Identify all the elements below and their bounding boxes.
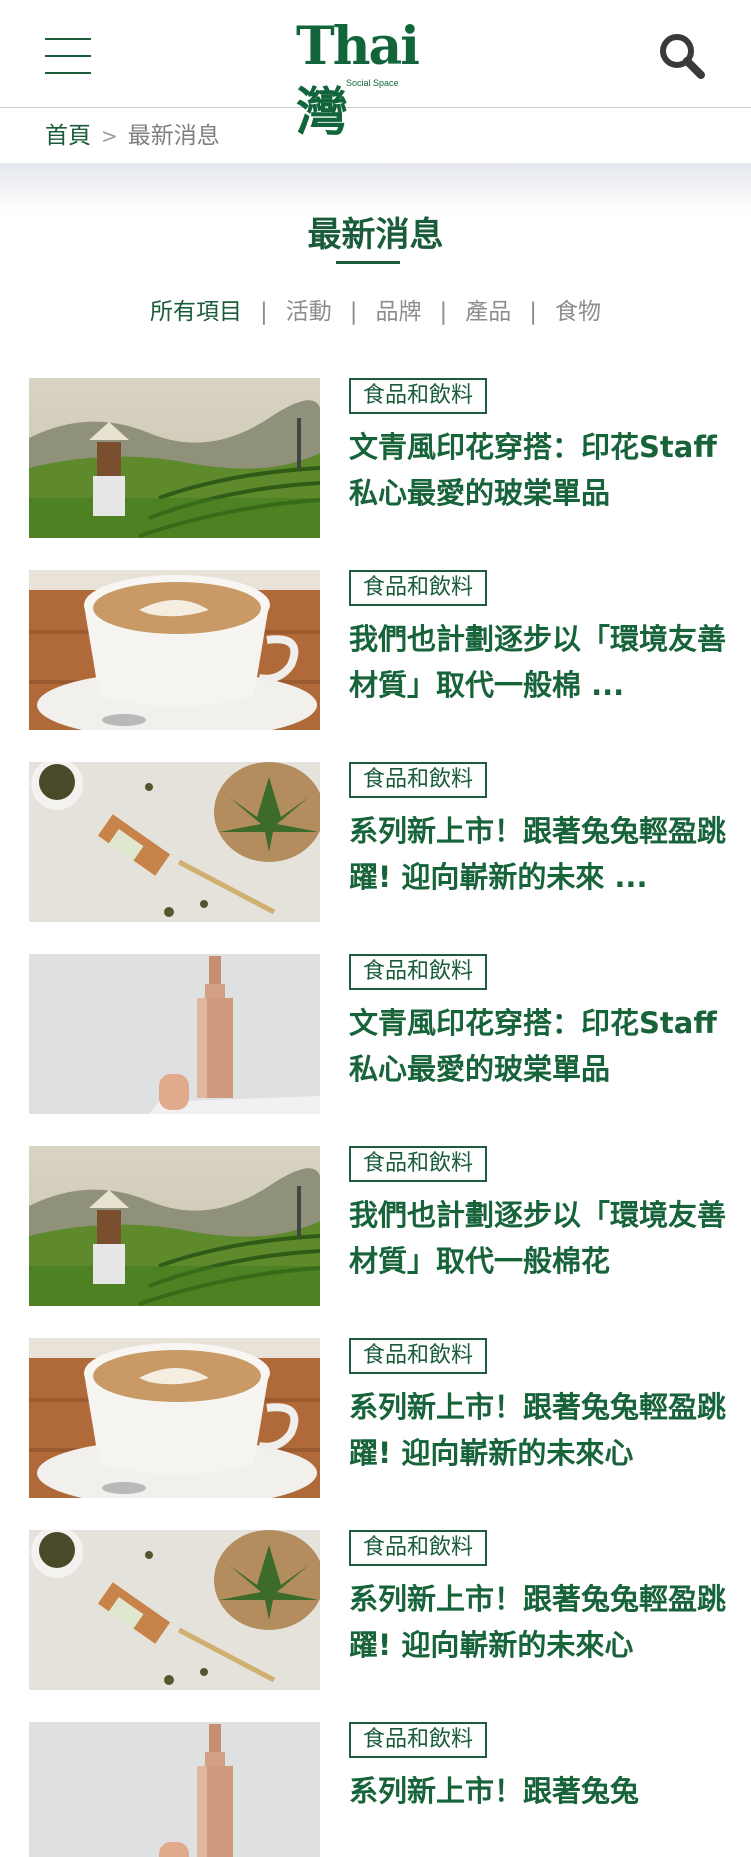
- filter-all[interactable]: 所有項目: [150, 299, 242, 325]
- tea-plantation-photo[interactable]: [29, 1146, 320, 1306]
- article-title[interactable]: 系列新上市！跟著兔兔輕盈跳躍! 迎向嶄新的未來心: [349, 1384, 729, 1476]
- category-tag[interactable]: 食品和飲料: [349, 1338, 488, 1374]
- foundation-bottle-photo[interactable]: [29, 954, 320, 1114]
- category-tag[interactable]: 食品和飲料: [349, 762, 488, 798]
- cannabis-oil-photo[interactable]: [29, 762, 320, 922]
- breadcrumb-current: 最新消息: [127, 123, 220, 149]
- logo-subtitle: Social Space: [346, 78, 399, 88]
- news-item[interactable]: 食品和飲料 系列新上市！跟著兔兔輕盈跳躍! 迎向嶄新的未來心: [29, 1530, 729, 1722]
- news-item[interactable]: 食品和飲料 系列新上市！跟著兔兔輕盈跳躍! 迎向嶄新的未來心: [29, 1338, 729, 1530]
- news-list: 食品和飲料 文青風印花穿搭：印花Staff私心最愛的玻棠單品 食品和飲料 我們也…: [29, 378, 729, 1857]
- category-filter-bar: 所有項目 | 活動 | 品牌 | 產品 | 食物: [0, 294, 751, 330]
- foundation-bottle-photo[interactable]: [29, 1722, 320, 1857]
- menu-line: [45, 72, 91, 74]
- article-title[interactable]: 系列新上市！跟著兔兔: [349, 1768, 729, 1814]
- menu-line: [45, 38, 91, 40]
- tea-plantation-photo[interactable]: [29, 378, 320, 538]
- latte-art-photo[interactable]: [29, 570, 320, 730]
- article-title[interactable]: 我們也計劃逐步以「環境友善材質」取代一般棉花: [349, 1192, 729, 1284]
- news-item[interactable]: 食品和飲料 我們也計劃逐步以「環境友善材質」取代一般棉 ...: [29, 570, 729, 762]
- category-tag[interactable]: 食品和飲料: [349, 1530, 488, 1566]
- page-title: 最新消息: [307, 215, 444, 255]
- article-title[interactable]: 文青風印花穿搭：印花Staff私心最愛的玻棠單品: [349, 424, 729, 516]
- hamburger-menu-icon[interactable]: [45, 38, 91, 76]
- article-title[interactable]: 系列新上市！跟著兔兔輕盈跳躍! 迎向嶄新的未來心: [349, 1576, 729, 1668]
- category-tag[interactable]: 食品和飲料: [349, 1146, 488, 1182]
- site-logo[interactable]: Thai灣 Social Space: [296, 14, 456, 143]
- cannabis-oil-photo[interactable]: [29, 1530, 320, 1690]
- article-title[interactable]: 我們也計劃逐步以「環境友善材質」取代一般棉 ...: [349, 616, 729, 708]
- news-item[interactable]: 食品和飲料 系列新上市！跟著兔兔: [29, 1722, 729, 1857]
- site-header: Thai灣 Social Space: [0, 0, 751, 143]
- category-tag[interactable]: 食品和飲料: [349, 1722, 488, 1758]
- breadcrumb-home-link[interactable]: 首頁: [45, 123, 91, 149]
- breadcrumb: 首頁 > 最新消息: [45, 118, 220, 154]
- article-title[interactable]: 文青風印花穿搭：印花Staff私心最愛的玻棠單品: [349, 1000, 729, 1092]
- article-title[interactable]: 系列新上市！跟著兔兔輕盈跳躍! 迎向嶄新的未來 ...: [349, 808, 729, 900]
- filter-products[interactable]: 產品: [465, 299, 511, 325]
- category-tag[interactable]: 食品和飲料: [349, 378, 488, 414]
- news-item[interactable]: 食品和飲料 文青風印花穿搭：印花Staff私心最愛的玻棠單品: [29, 954, 729, 1146]
- category-tag[interactable]: 食品和飲料: [349, 570, 488, 606]
- latte-art-photo[interactable]: [29, 1338, 320, 1498]
- news-item[interactable]: 食品和飲料 我們也計劃逐步以「環境友善材質」取代一般棉花: [29, 1146, 729, 1338]
- search-icon[interactable]: [656, 30, 708, 82]
- breadcrumb-separator: >: [101, 124, 118, 148]
- news-item[interactable]: 食品和飲料 文青風印花穿搭：印花Staff私心最愛的玻棠單品: [29, 378, 729, 570]
- header-shadow: [0, 163, 751, 213]
- title-underline: [336, 261, 400, 264]
- filter-separator: |: [439, 299, 448, 325]
- news-item[interactable]: 食品和飲料 系列新上市！跟著兔兔輕盈跳躍! 迎向嶄新的未來 ...: [29, 762, 729, 954]
- menu-line: [45, 55, 91, 57]
- filter-separator: |: [529, 299, 537, 325]
- filter-separator: |: [349, 299, 358, 325]
- filter-separator: |: [260, 299, 268, 325]
- category-tag[interactable]: 食品和飲料: [349, 954, 488, 990]
- filter-food[interactable]: 食物: [555, 299, 601, 325]
- filter-brands[interactable]: 品牌: [376, 299, 422, 325]
- filter-events[interactable]: 活動: [286, 299, 332, 325]
